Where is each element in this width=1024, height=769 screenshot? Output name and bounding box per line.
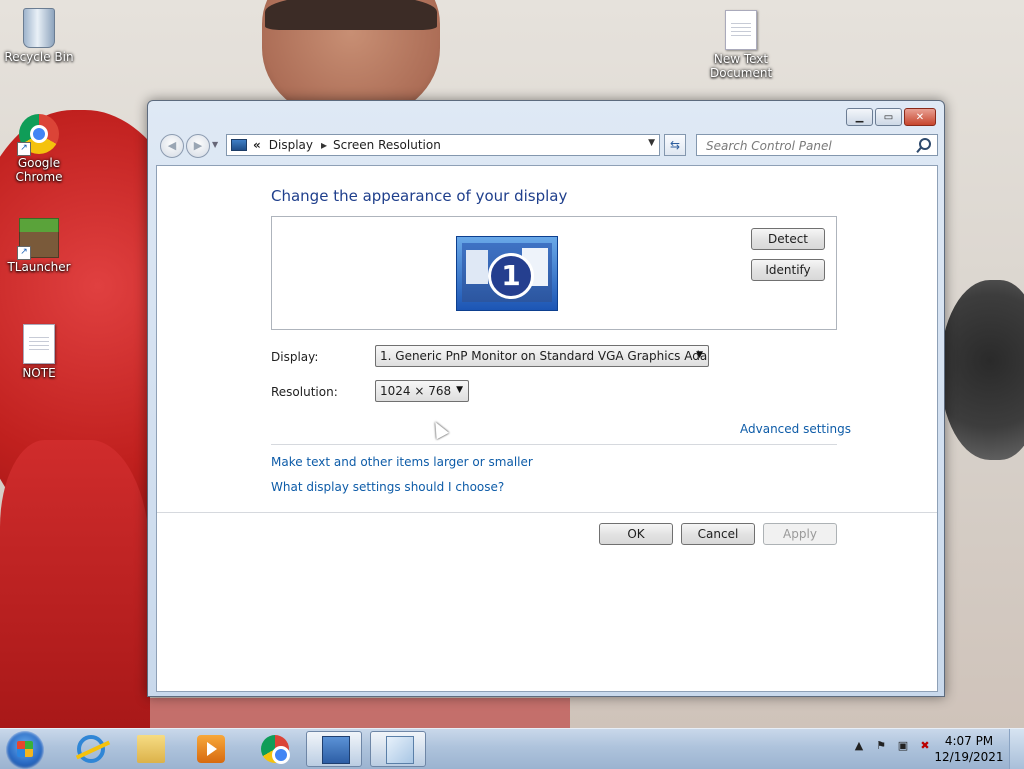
desktop-icon-recycle-bin[interactable]: Recycle Bin — [1, 8, 77, 64]
display-select-value: 1. Generic PnP Monitor on Standard VGA G… — [380, 349, 709, 363]
desktop-icon-new-text-document[interactable]: New Text Document — [703, 10, 779, 80]
show-hidden-icons-icon[interactable]: ▲ — [852, 739, 866, 753]
media-player-icon — [197, 735, 225, 763]
monitor-screen: 1 — [462, 243, 552, 302]
taskbar-google-chrome[interactable] — [246, 731, 302, 767]
window-caption-buttons: ▁ ▭ ✕ — [846, 108, 936, 126]
address-dropdown-icon[interactable]: ▼ — [648, 138, 655, 148]
shortcut-arrow-icon: ↗ — [17, 246, 31, 260]
network-icon[interactable]: ▣ — [896, 739, 910, 753]
detect-button[interactable]: Detect — [751, 228, 825, 250]
monitor-1-thumbnail[interactable]: 1 — [456, 236, 558, 311]
identify-button[interactable]: Identify — [751, 259, 825, 281]
breadcrumb-item-screen-resolution[interactable]: Screen Resolution — [333, 138, 441, 152]
display-preview-box: 1 Detect Identify — [271, 216, 837, 330]
control-panel-icon — [231, 139, 247, 151]
control-panel-icon — [322, 736, 350, 764]
resolution-select-value: 1024 × 768 — [380, 384, 452, 398]
desktop-icon-label: Google Chrome — [15, 156, 63, 184]
breadcrumb-item-display[interactable]: Display — [269, 138, 313, 152]
clock-time: 4:07 PM — [944, 734, 994, 748]
system-tray: ▲ ⚑ ▣ ✖ — [852, 739, 932, 753]
resolution-label: Resolution: — [271, 385, 338, 399]
tlauncher-icon: ↗ — [17, 218, 59, 260]
back-button[interactable]: ◀ — [160, 134, 184, 158]
search-icon[interactable] — [919, 138, 931, 150]
chrome-icon — [261, 735, 290, 764]
chevron-down-icon: ▼ — [456, 385, 463, 395]
desktop-icon-label: NOTE — [22, 366, 56, 380]
forward-arrow-icon: ▶ — [193, 139, 203, 152]
ok-button[interactable]: OK — [599, 523, 673, 545]
apply-button[interactable]: Apply — [763, 523, 837, 545]
system-clock[interactable]: 4:07 PM 12/19/2021 — [934, 733, 1004, 765]
maximize-button[interactable]: ▭ — [875, 108, 902, 126]
wallpaper-shape — [940, 280, 1024, 460]
chrome-icon: ↗ — [17, 114, 59, 156]
divider — [157, 512, 937, 513]
address-bar[interactable]: « Display ▸ Screen Resolution ▼ — [226, 134, 660, 156]
desktop-icon-google-chrome[interactable]: ↗ Google Chrome — [1, 114, 77, 184]
navigation-bar: ◀ ▶ ▼ « Display ▸ Screen Resolution ▼ ⇆ — [156, 134, 938, 158]
resolution-select[interactable]: 1024 × 768 ▼ — [375, 380, 469, 402]
taskbar-internet-explorer[interactable] — [62, 731, 118, 767]
text-document-icon — [725, 10, 757, 50]
clock-date: 12/19/2021 — [934, 750, 1004, 764]
breadcrumb-overflow[interactable]: « — [253, 138, 261, 152]
maximize-icon: ▭ — [883, 111, 894, 123]
close-icon: ✕ — [915, 111, 925, 123]
search-input[interactable] — [704, 138, 908, 154]
taskbar-notepad[interactable] — [370, 731, 426, 767]
desktop-icon-label: New Text Document — [710, 52, 773, 80]
refresh-icon: ⇆ — [669, 138, 681, 152]
folder-icon — [137, 735, 165, 763]
close-button[interactable]: ✕ — [904, 108, 936, 126]
chevron-down-icon: ▼ — [212, 140, 219, 149]
taskbar-windows-explorer[interactable] — [122, 731, 178, 767]
cancel-button[interactable]: Cancel — [681, 523, 755, 545]
page-title: Change the appearance of your display — [271, 187, 568, 205]
wallpaper-shape — [265, 0, 437, 30]
recent-pages-dropdown[interactable]: ▼ — [212, 140, 218, 149]
divider — [271, 444, 837, 445]
internet-explorer-icon — [77, 735, 105, 763]
taskbar: ▲ ⚑ ▣ ✖ 4:07 PM 12/19/2021 — [0, 728, 1024, 769]
chevron-down-icon: ▼ — [696, 350, 703, 360]
notepad-icon — [386, 736, 414, 764]
minimize-button[interactable]: ▁ — [846, 108, 873, 126]
wallpaper-shape — [150, 698, 570, 728]
desktop-icon-label: Recycle Bin — [4, 50, 74, 64]
display-label: Display: — [271, 350, 319, 364]
recycle-bin-icon — [23, 8, 55, 48]
refresh-button[interactable]: ⇆ — [664, 134, 686, 156]
breadcrumb-separator-icon[interactable]: ▸ — [321, 138, 327, 152]
show-desktop-button[interactable] — [1009, 729, 1024, 769]
content-pane: Change the appearance of your display 1 … — [156, 165, 938, 692]
monitor-window-graphic — [466, 250, 488, 284]
desktop-icon-label: TLauncher — [7, 260, 71, 274]
display-help-link[interactable]: What display settings should I choose? — [271, 480, 504, 494]
action-center-flag-icon[interactable]: ⚑ — [874, 739, 888, 753]
text-size-link[interactable]: Make text and other items larger or smal… — [271, 455, 533, 469]
taskbar-media-player[interactable] — [182, 731, 238, 767]
taskbar-control-panel[interactable] — [306, 731, 362, 767]
forward-button[interactable]: ▶ — [186, 134, 210, 158]
wallpaper-shape — [0, 440, 150, 728]
volume-muted-icon[interactable]: ✖ — [918, 739, 932, 753]
search-box[interactable] — [696, 134, 938, 156]
minimize-icon: ▁ — [855, 111, 864, 123]
desktop-icon-note[interactable]: NOTE — [1, 324, 77, 380]
display-select[interactable]: 1. Generic PnP Monitor on Standard VGA G… — [375, 345, 709, 367]
text-document-icon — [23, 324, 55, 364]
back-arrow-icon: ◀ — [167, 139, 177, 152]
desktop-icon-tlauncher[interactable]: ↗ TLauncher — [1, 218, 77, 274]
mouse-cursor-icon — [429, 418, 449, 440]
monitor-number-badge: 1 — [488, 253, 534, 299]
start-button[interactable] — [6, 731, 44, 769]
advanced-settings-link[interactable]: Advanced settings — [740, 422, 851, 436]
shortcut-arrow-icon: ↗ — [17, 142, 31, 156]
screen-resolution-window: ▁ ▭ ✕ ◀ ▶ ▼ « Display ▸ Screen Resolutio… — [147, 100, 945, 697]
